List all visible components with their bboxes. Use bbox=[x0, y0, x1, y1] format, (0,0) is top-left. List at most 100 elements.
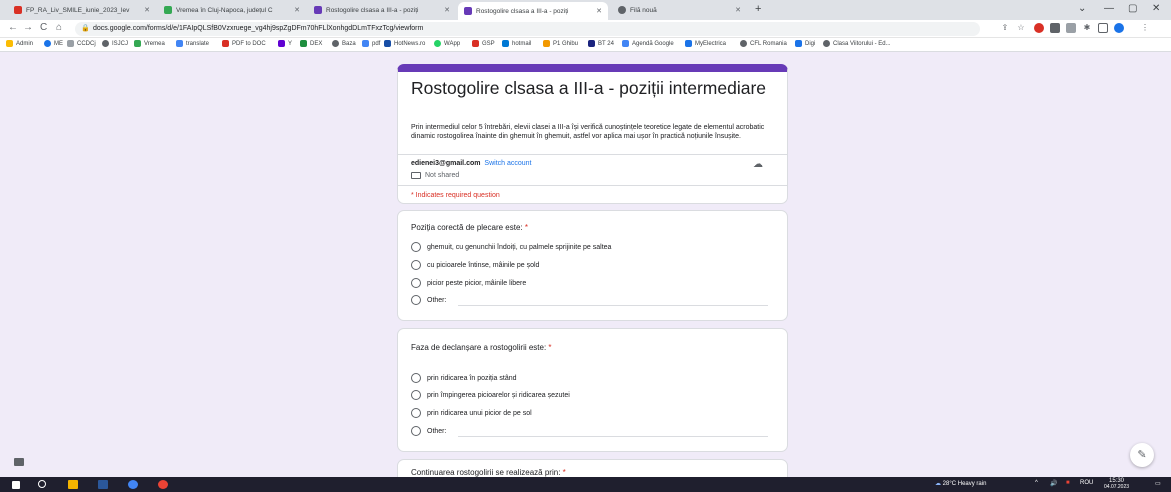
weather-widget[interactable]: ☁ 28°C Heavy rain bbox=[935, 480, 986, 487]
feedback-icon[interactable] bbox=[14, 458, 24, 466]
language-indicator[interactable]: ROU bbox=[1080, 480, 1093, 486]
radio-option[interactable]: picior peste picior, mâinile libere bbox=[411, 278, 526, 288]
radio-option-other[interactable]: Other: bbox=[411, 295, 446, 305]
radio-button[interactable] bbox=[411, 242, 421, 252]
radio-button[interactable] bbox=[411, 373, 421, 383]
reload-button[interactable]: C bbox=[40, 22, 47, 33]
bookmark-item[interactable]: DEX bbox=[300, 40, 322, 47]
forward-button[interactable]: → bbox=[23, 22, 33, 33]
question-text: Poziția corectă de plecare este: bbox=[411, 223, 523, 232]
bookmark-item[interactable]: hotmail bbox=[502, 40, 531, 47]
radio-option[interactable]: ghemuit, cu genunchii îndoiți, cu palmel… bbox=[411, 242, 611, 252]
bookmark-item[interactable]: Agendă Google bbox=[622, 40, 674, 47]
bookmark-item[interactable]: Digi bbox=[795, 40, 815, 47]
bookmark-label: Clasa Viitorului - Ed... bbox=[833, 40, 891, 47]
bookmark-icon bbox=[134, 40, 141, 47]
bookmark-item[interactable]: WApp bbox=[434, 40, 460, 47]
bookmark-item[interactable]: PDF to DOC bbox=[222, 40, 266, 47]
menu-icon[interactable]: ⋮ bbox=[1140, 23, 1150, 33]
browser-tab[interactable]: Rostogolire clsasa a III-a - poziți ✕ bbox=[308, 2, 456, 18]
extension-icon[interactable] bbox=[1066, 23, 1076, 33]
radio-button[interactable] bbox=[411, 426, 421, 436]
file-explorer-icon[interactable] bbox=[68, 480, 78, 489]
question-text: Faza de declanșare a rostogolirii este: bbox=[411, 343, 547, 352]
bookmark-item[interactable]: GSP bbox=[472, 40, 495, 47]
close-icon[interactable]: ✕ bbox=[596, 7, 602, 15]
radio-option[interactable]: prin împingerea picioarelor și ridicarea… bbox=[411, 390, 570, 400]
bookmark-label: hotmail bbox=[512, 40, 532, 47]
close-window-button[interactable]: ✕ bbox=[1152, 3, 1160, 14]
url-field[interactable]: 🔒 docs.google.com/forms/d/e/1FAIpQLSfB0V… bbox=[75, 22, 980, 36]
windows-start-icon[interactable] bbox=[12, 481, 20, 489]
bookmark-item[interactable]: pdf bbox=[362, 40, 380, 47]
bookmark-item[interactable]: Y bbox=[278, 40, 292, 47]
yahoo-icon bbox=[278, 40, 285, 47]
bookmark-item[interactable]: CFL Romania bbox=[740, 40, 787, 47]
minimize-button[interactable]: — bbox=[1104, 3, 1114, 14]
new-tab-button[interactable]: + bbox=[755, 3, 761, 15]
profile-avatar[interactable] bbox=[1114, 23, 1124, 33]
volume-icon[interactable]: 🔊 bbox=[1050, 480, 1057, 487]
close-icon[interactable]: ✕ bbox=[144, 6, 150, 14]
bookmark-label: pdf bbox=[372, 40, 381, 47]
opera-icon[interactable] bbox=[158, 480, 168, 489]
puzzle-icon[interactable]: ✱ bbox=[1082, 23, 1092, 33]
home-button[interactable]: ⌂ bbox=[56, 22, 62, 33]
browser-tab-active[interactable]: Rostogolire clsasa a III-a - poziți ✕ bbox=[458, 2, 608, 20]
clock[interactable]: 15:30 04.07.2023 bbox=[1104, 478, 1129, 490]
radio-button[interactable] bbox=[411, 390, 421, 400]
radio-button[interactable] bbox=[411, 278, 421, 288]
bookmark-item[interactable]: ISJCJ bbox=[102, 40, 128, 47]
word-icon[interactable] bbox=[98, 480, 108, 489]
switch-account-link[interactable]: Switch account bbox=[484, 160, 531, 167]
edit-pencil-button[interactable]: ✎ bbox=[1130, 443, 1154, 467]
radio-button[interactable] bbox=[411, 408, 421, 418]
bookmark-item[interactable]: Clasa Viitorului - Ed... bbox=[823, 40, 891, 47]
bookmark-label: CCDCj bbox=[77, 40, 96, 47]
option-label: Other: bbox=[427, 427, 447, 435]
bookmark-item[interactable]: CCDCj bbox=[67, 40, 96, 47]
radio-option[interactable]: prin ridicarea unui picior de pe sol bbox=[411, 408, 532, 418]
tab-search-icon[interactable]: ⌄ bbox=[1078, 3, 1086, 14]
browser-tab[interactable]: Filă nouă ✕ bbox=[612, 2, 747, 18]
bookmark-item[interactable]: translate bbox=[176, 40, 209, 47]
browser-tab[interactable]: FP_RA_Liv_SMILE_iunie_2023_lev ✕ bbox=[8, 2, 156, 18]
address-bar-row: ← → C ⌂ 🔒 docs.google.com/forms/d/e/1FAI… bbox=[0, 20, 1171, 38]
radio-option[interactable]: prin ridicarea în poziția stând bbox=[411, 373, 517, 383]
tray-chevron-icon[interactable]: ^ bbox=[1035, 480, 1038, 486]
bookmark-item[interactable]: ME bbox=[44, 40, 63, 47]
google-icon bbox=[176, 40, 183, 47]
maximize-button[interactable]: ▢ bbox=[1128, 3, 1137, 14]
radio-button[interactable] bbox=[411, 260, 421, 270]
bookmark-item[interactable]: MyElectrica bbox=[685, 40, 726, 47]
calendar-icon bbox=[622, 40, 629, 47]
close-icon[interactable]: ✕ bbox=[444, 6, 450, 14]
close-icon[interactable]: ✕ bbox=[735, 6, 741, 14]
bookmark-item[interactable]: HotNews.ro bbox=[384, 40, 425, 47]
extension-icon[interactable] bbox=[1050, 23, 1060, 33]
bookmark-item[interactable]: BT 24 bbox=[588, 40, 614, 47]
share-icon[interactable]: ⇪ bbox=[1000, 23, 1010, 33]
opera-extension-icon[interactable] bbox=[1034, 23, 1044, 33]
radio-option-other[interactable]: Other: bbox=[411, 426, 446, 436]
star-icon[interactable]: ☆ bbox=[1016, 23, 1026, 33]
close-icon[interactable]: ✕ bbox=[294, 6, 300, 14]
radio-button[interactable] bbox=[411, 295, 421, 305]
notifications-icon[interactable]: ▭ bbox=[1155, 480, 1161, 487]
chrome-icon[interactable] bbox=[128, 480, 138, 489]
other-text-input[interactable] bbox=[458, 436, 768, 437]
radio-option[interactable]: cu picioarele întinse, mâinile pe șold bbox=[411, 260, 539, 270]
back-button[interactable]: ← bbox=[8, 22, 18, 33]
app-tray-icon[interactable]: ■ bbox=[1066, 480, 1070, 486]
bookmark-label: Admin bbox=[16, 40, 34, 47]
browser-tab[interactable]: Vremea în Cluj-Napoca, județul C ✕ bbox=[158, 2, 306, 18]
bookmark-item[interactable]: Baza bbox=[332, 40, 356, 47]
sidepanel-icon[interactable] bbox=[1098, 23, 1108, 33]
apps-grid-icon bbox=[6, 40, 13, 47]
other-text-input[interactable] bbox=[458, 305, 768, 306]
bookmark-item[interactable]: P1 Ghibu bbox=[543, 40, 578, 47]
bookmark-item[interactable]: Vremea bbox=[134, 40, 165, 47]
apps-icon[interactable]: Admin bbox=[6, 40, 33, 47]
search-icon[interactable] bbox=[38, 480, 46, 488]
required-star: * bbox=[562, 468, 566, 477]
